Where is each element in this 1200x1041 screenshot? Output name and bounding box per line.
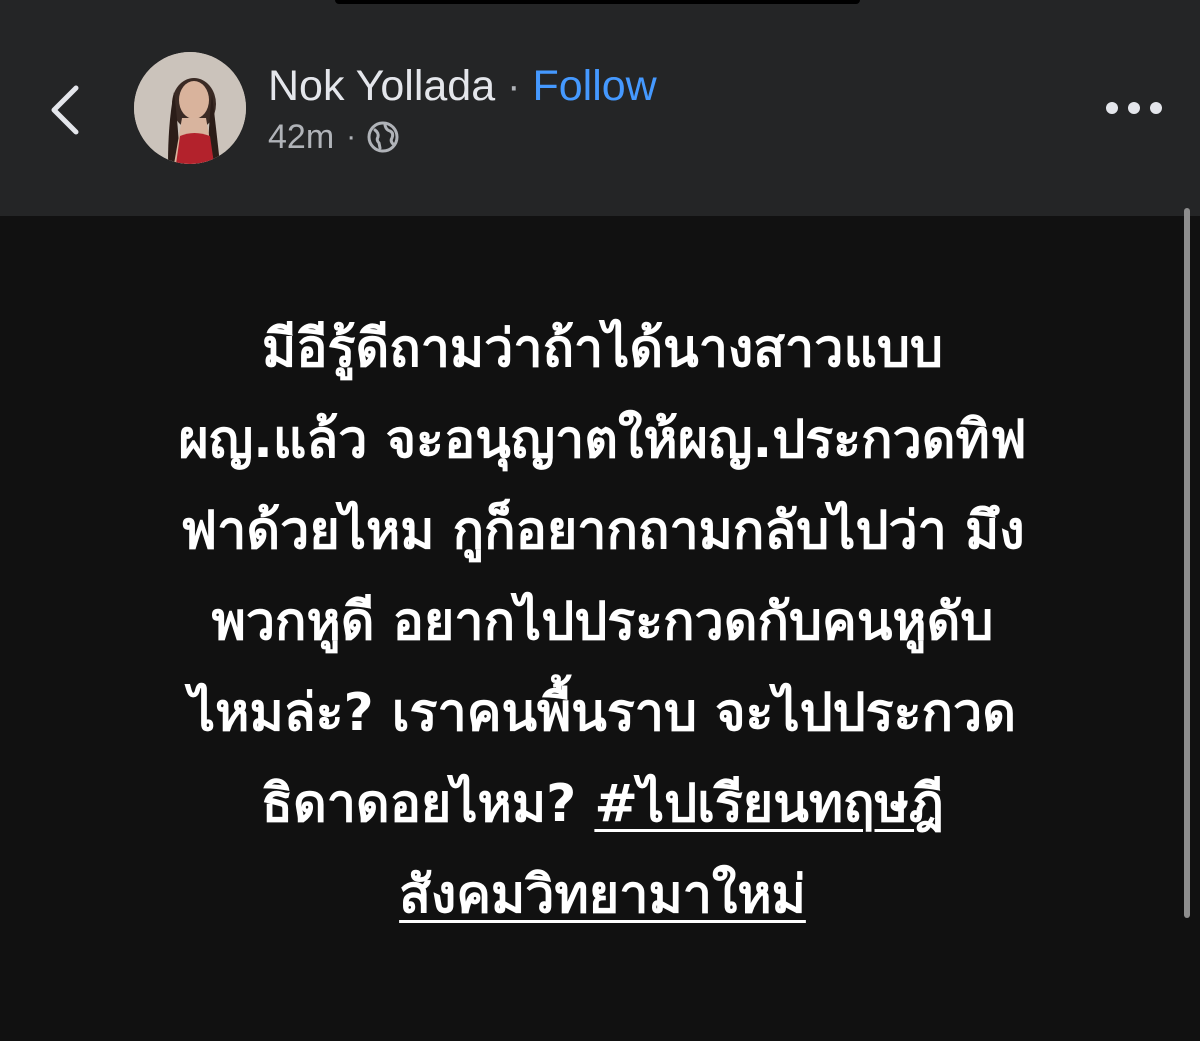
post-meta: 42m ·: [268, 115, 400, 159]
hashtag-link[interactable]: #ไปเรียนทฤษฎี: [594, 774, 943, 834]
top-bar-edge: [335, 0, 860, 4]
author-name[interactable]: Nok Yollada: [268, 62, 495, 111]
post-line: พวกหูดี อยากไปประกวดกับคนหูดับ: [211, 592, 994, 652]
post-line: มีอีรู้ดีถามว่าถ้าได้นางสาวแบบ: [262, 319, 943, 379]
post-line: ธิดาดอยไหม? #ไปเรียนทฤษฎี: [60, 759, 1145, 850]
post-line-text: ธิดาดอยไหม?: [261, 774, 595, 834]
avatar[interactable]: [134, 52, 246, 164]
profile-photo: [134, 52, 246, 164]
post-line: ฟาด้วยไหม กูก็อยากถามกลับไปว่า มึง: [180, 501, 1025, 561]
post-line: สังคมวิทยามาใหม่: [60, 850, 1145, 941]
globe-icon: [367, 121, 399, 153]
post-line: ผญ.แล้ว จะอนุญาตให้ผญ.ประกวดทิฟ: [178, 410, 1027, 470]
more-horizontal-icon: [1106, 102, 1162, 114]
timestamp[interactable]: 42m: [268, 118, 334, 157]
author-row: Nok Yollada · Follow: [268, 58, 657, 114]
hashtag-link-continued[interactable]: สังคมวิทยามาใหม่: [399, 865, 806, 925]
post-viewer: Nok Yollada · Follow 42m · มีอีรู้ดีถามว…: [0, 0, 1200, 1041]
chevron-left-icon: [51, 85, 79, 135]
scrollbar[interactable]: [1184, 208, 1190, 918]
name-separator: ·: [507, 63, 521, 108]
post-body-text: มีอีรู้ดีถามว่าถ้าได้นางสาวแบบ ผญ.แล้ว จ…: [60, 304, 1145, 941]
follow-button[interactable]: Follow: [532, 62, 656, 111]
meta-separator: ·: [346, 120, 357, 153]
back-button[interactable]: [36, 70, 96, 150]
post-line: ไหมล่ะ? เราคนพื้นราบ จะไปประกวด: [189, 683, 1016, 743]
more-options-button[interactable]: [1098, 84, 1170, 132]
